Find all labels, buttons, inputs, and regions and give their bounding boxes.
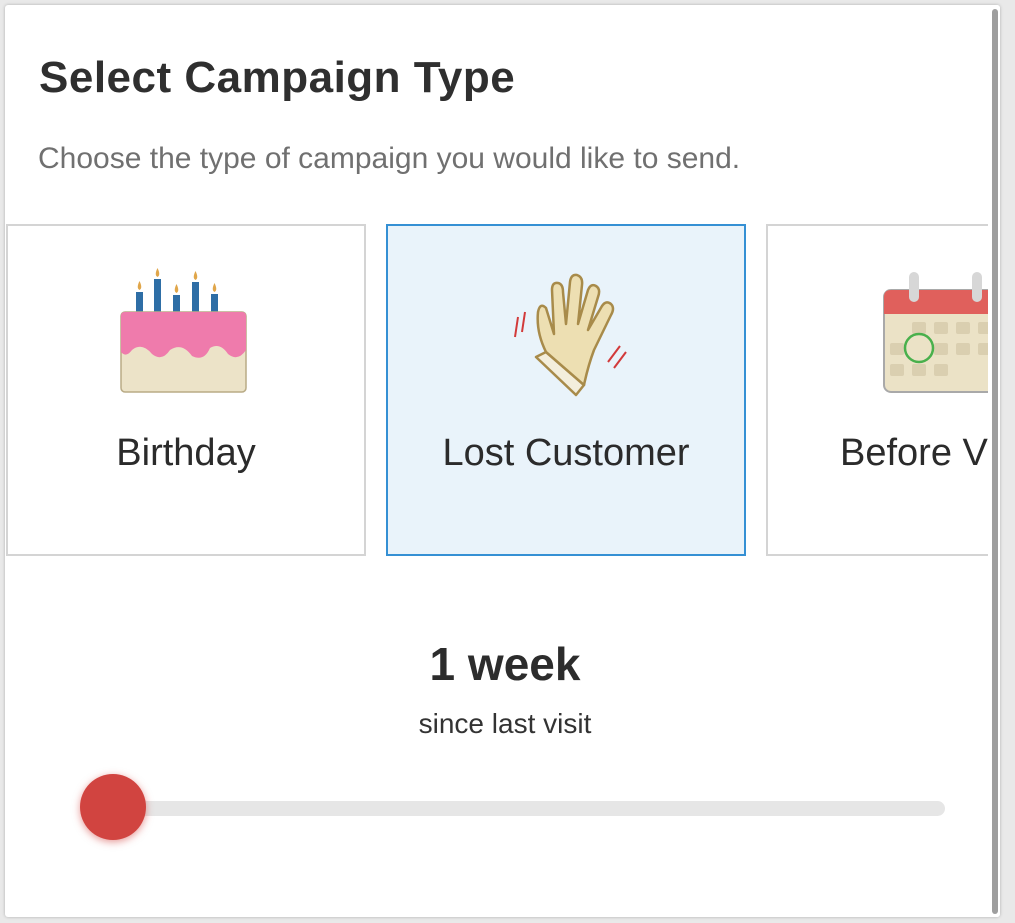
campaign-card-birthday[interactable]: Birthday <box>6 224 366 556</box>
calendar-icon <box>883 272 1000 393</box>
interval-value: 1 week <box>429 638 581 690</box>
waving-hand-icon <box>514 273 627 397</box>
interval-caption: since last visit <box>418 708 592 739</box>
page-title: Select Campaign Type <box>39 53 516 102</box>
scrollbar-thumb[interactable] <box>992 9 998 914</box>
slider-thumb[interactable] <box>80 774 146 840</box>
interval-slider[interactable] <box>75 768 945 842</box>
page-subtitle: Choose the type of campaign you would li… <box>38 142 741 175</box>
campaign-card-label: Birthday <box>116 432 256 474</box>
campaign-card-lost-customer[interactable]: Lost Customer <box>386 224 746 556</box>
campaign-type-list: Birthday Lost Customer Before Vi <box>5 224 1000 556</box>
slider-track[interactable] <box>107 801 945 816</box>
campaign-card-label: Lost Customer <box>442 432 690 474</box>
birthday-cake-icon <box>120 268 247 393</box>
campaign-card-label: Before Vi <box>840 432 996 474</box>
campaign-card-before-visit[interactable]: Before Vi <box>766 224 1000 556</box>
vertical-scrollbar[interactable] <box>988 5 1000 917</box>
campaign-type-panel: Select Campaign Type Choose the type of … <box>5 5 1000 917</box>
